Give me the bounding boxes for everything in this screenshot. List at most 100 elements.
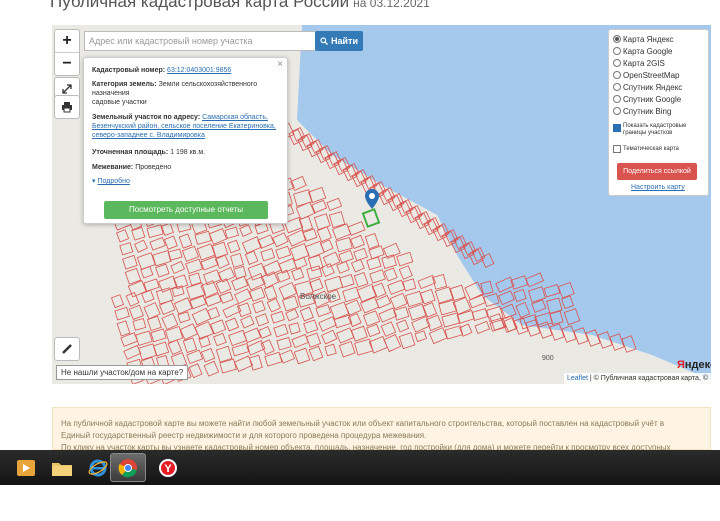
radio-icon	[613, 59, 621, 67]
land-plot	[257, 234, 275, 249]
taskbar-media-player[interactable]	[8, 453, 44, 482]
taskbar-explorer[interactable]	[44, 453, 80, 482]
map-pin-icon	[365, 189, 379, 209]
search-button-label: Найти	[331, 36, 358, 46]
land-plot	[203, 360, 220, 377]
more-details-link[interactable]: ▾ Подробно	[92, 177, 282, 186]
land-plot	[135, 330, 153, 346]
layer-option-google-satellite[interactable]: Спутник Google	[613, 93, 681, 105]
land-plot	[309, 278, 324, 293]
land-plot	[276, 337, 292, 351]
land-plot	[324, 343, 337, 357]
land-plot	[181, 245, 199, 262]
land-plot	[132, 318, 147, 331]
land-plot	[398, 332, 416, 350]
land-plot	[204, 292, 222, 307]
share-link-button[interactable]: Поделиться ссылкой	[617, 163, 697, 180]
explorer-folder-icon	[52, 462, 72, 476]
land-plot	[161, 313, 179, 331]
land-plot	[353, 271, 369, 288]
print-button[interactable]	[54, 95, 80, 119]
land-plot	[140, 265, 154, 279]
plot-number-label: 900	[542, 355, 554, 362]
land-plot	[336, 327, 355, 344]
layer-option-2gis-map[interactable]: Карта 2GIS	[613, 57, 665, 69]
land-plot	[234, 288, 252, 305]
radio-icon	[613, 83, 621, 91]
village-label: Волжское	[300, 292, 337, 301]
leaflet-link[interactable]: Leaflet	[567, 375, 588, 382]
search-input[interactable]: Адрес или кадастровый номер участка	[84, 31, 319, 51]
zoom-in-button[interactable]: +	[55, 30, 79, 52]
layer-option-bing-satellite[interactable]: Спутник Bing	[613, 105, 671, 117]
thematic-map-checkbox[interactable]: Тематическая карта	[613, 143, 679, 155]
land-plot	[326, 197, 343, 212]
land-plot	[291, 267, 305, 281]
land-plot	[398, 265, 413, 280]
land-plot	[414, 330, 428, 343]
land-plot	[128, 304, 144, 320]
land-plot	[143, 278, 160, 292]
land-category-label: Категория земель:	[92, 81, 157, 88]
ruler-button[interactable]	[54, 337, 80, 361]
land-plot	[486, 306, 504, 322]
land-plot	[149, 236, 166, 251]
land-plot	[231, 343, 250, 357]
land-plot	[299, 306, 314, 322]
land-plot	[411, 315, 431, 333]
checkbox-checked-icon	[613, 124, 621, 132]
view-reports-button[interactable]: Посмотреть доступные отчеты	[104, 201, 268, 219]
land-plot	[389, 292, 408, 310]
layer-option-yandex-satellite[interactable]: Спутник Яндекс	[613, 81, 682, 93]
cadastral-number-link[interactable]: 63:12:0403001:9856	[167, 67, 231, 74]
cadastral-map[interactable]: Волжское 900 + − Адрес или кадастровый н…	[52, 25, 711, 384]
land-plot	[119, 242, 134, 256]
land-plot	[179, 323, 198, 341]
layer-option-openstreetmap[interactable]: OpenStreetMap	[613, 69, 679, 81]
land-plot	[306, 265, 323, 281]
show-borders-checkbox[interactable]: Показать кадастровые границы участков	[613, 123, 703, 137]
not-found-button[interactable]: Не нашли участок/дом на карте?	[56, 365, 189, 380]
taskbar-chrome[interactable]	[110, 453, 146, 482]
land-plot	[342, 286, 361, 303]
cadastral-number-label: Кадастровый номер:	[92, 67, 166, 74]
land-plot	[387, 279, 406, 295]
land-plot	[189, 295, 207, 310]
land-plot	[366, 323, 381, 338]
area-label: Уточненная площадь:	[92, 149, 169, 156]
land-plot	[270, 310, 285, 324]
land-plot	[338, 340, 356, 358]
land-plot	[468, 294, 486, 309]
layer-option-label: OpenStreetMap	[623, 70, 680, 80]
land-plot	[116, 320, 131, 337]
taskbar-yandex-browser[interactable]: Y	[150, 453, 186, 482]
address-row: Земельный участок по адресу: Самарская о…	[92, 113, 282, 140]
land-plot	[275, 245, 292, 260]
land-plot	[366, 256, 382, 271]
land-plot	[114, 306, 130, 321]
land-plot	[276, 269, 291, 283]
map-layers-panel: Карта Яндекс Карта Google Карта 2GIS Ope…	[608, 29, 709, 196]
land-plot	[252, 300, 266, 314]
radio-icon	[613, 35, 621, 43]
search-button[interactable]: Найти	[315, 31, 363, 51]
land-plot	[224, 226, 239, 239]
land-plot	[182, 337, 198, 354]
radio-icon	[613, 107, 621, 115]
land-plot	[200, 256, 219, 271]
land-plot	[146, 224, 164, 239]
layer-option-label: Карта Яндекс	[623, 34, 674, 44]
land-plot	[489, 313, 505, 331]
land-plot	[263, 285, 278, 301]
thematic-map-label: Тематическая карта	[623, 145, 679, 152]
radio-icon	[613, 47, 621, 55]
survey-label: Межевание:	[92, 164, 134, 171]
layer-option-yandex-map[interactable]: Карта Яндекс	[613, 33, 674, 45]
land-plot	[313, 213, 331, 231]
setup-map-link[interactable]: Настроить карту	[631, 184, 685, 191]
layer-option-google-map[interactable]: Карта Google	[613, 45, 672, 57]
land-plot	[344, 299, 362, 316]
land-plot	[380, 321, 397, 337]
land-plot	[350, 325, 368, 342]
zoom-out-button[interactable]: −	[55, 52, 79, 75]
